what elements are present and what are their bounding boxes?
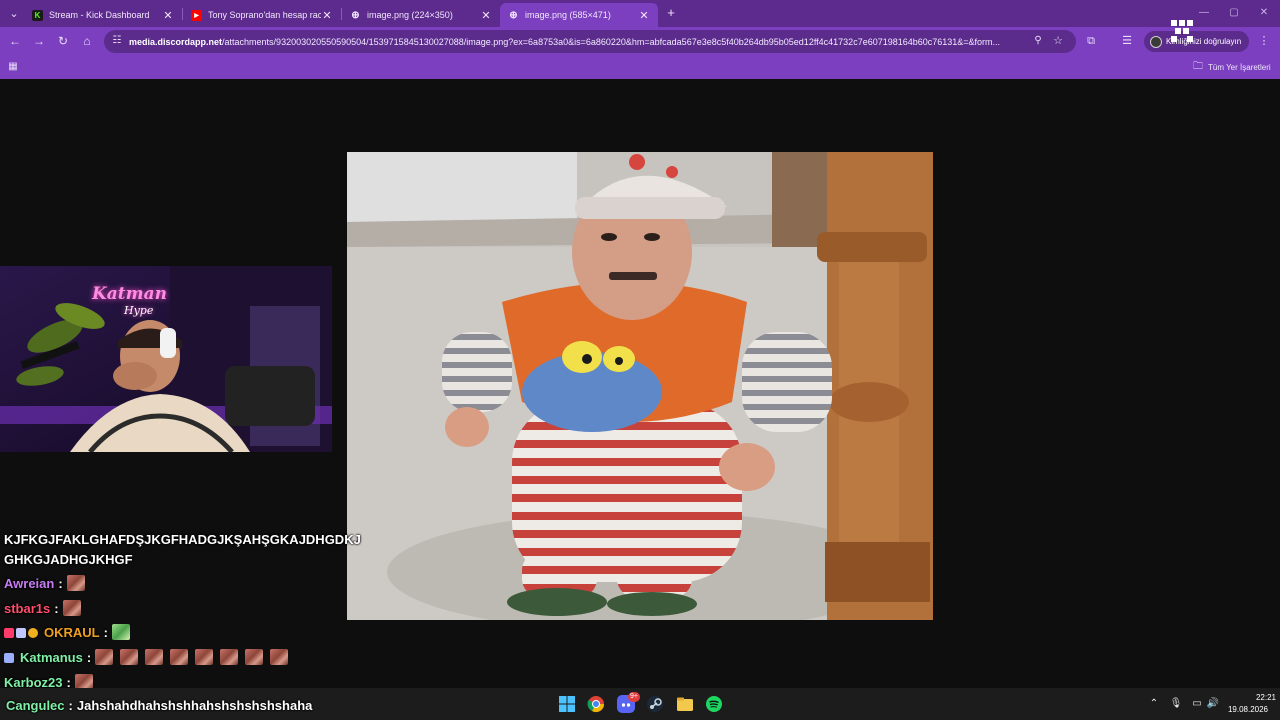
- site-info-icon[interactable]: ☷: [110, 34, 124, 48]
- chat-username[interactable]: stbar1s: [4, 601, 50, 616]
- globe-icon: ⊕: [351, 9, 360, 21]
- webcam-logo-subtext: Hype: [124, 304, 154, 317]
- emote-icon: [145, 649, 164, 665]
- badge-icon: [4, 653, 14, 663]
- emote-icon: [245, 649, 264, 665]
- chat-username[interactable]: Cangulec: [6, 698, 65, 713]
- chat-message: stbar1s:: [4, 600, 88, 618]
- url-host: media.discordapp.net: [129, 37, 223, 47]
- chat-message: Awreian:: [4, 575, 92, 593]
- browser-toolbar: ← → ↻ ⌂ ☷ media.discordapp.net/attachmen…: [0, 27, 1280, 56]
- all-bookmarks-label: Tüm Yer İşaretleri: [1208, 62, 1271, 72]
- home-icon[interactable]: ⌂: [79, 33, 95, 49]
- badge-icon: [16, 628, 26, 638]
- chrome-icon[interactable]: [587, 695, 605, 713]
- window-close-icon[interactable]: ✕: [1254, 5, 1274, 21]
- emote-icon: [120, 649, 139, 665]
- reading-list-icon[interactable]: ☰: [1119, 33, 1135, 49]
- emote-icon: [270, 649, 289, 665]
- folder-icon: 🗀: [1193, 60, 1203, 72]
- close-icon[interactable]: ✕: [321, 9, 333, 22]
- maximize-icon[interactable]: ▢: [1224, 5, 1244, 21]
- chat-separator: :: [103, 625, 108, 640]
- profile-avatar: [1150, 35, 1162, 48]
- youtube-icon: ▶: [191, 9, 202, 21]
- chat-message-line: GHKGJADHGJKHGF: [4, 552, 133, 567]
- chat-username[interactable]: OKRAUL: [44, 625, 100, 640]
- emote-icon: [62, 600, 81, 616]
- file-explorer-icon[interactable]: [676, 695, 694, 713]
- emote-icon: [111, 624, 130, 640]
- clock-time[interactable]: 22:21: [1240, 693, 1276, 702]
- verify-identity-button[interactable]: Kimliğinizi doğrulayın: [1144, 31, 1249, 52]
- bookmarks-bar: ▦ 🗀 Tüm Yer İşaretleri: [0, 56, 1280, 79]
- badge-icon: [28, 628, 38, 638]
- kick-icon: K: [32, 9, 43, 21]
- screen: ⌄ K Stream - Kick Dashboard ✕ ▶ Tony Sop…: [0, 0, 1280, 720]
- tab-youtube[interactable]: ▶ Tony Soprano'dan hesap racon ✕: [183, 3, 341, 27]
- chat-text: Jahshahdhahshshhahshshshshshaha: [76, 698, 313, 713]
- tab-title: image.png (224×350): [367, 10, 453, 20]
- tab-title: image.png (585×471): [525, 10, 611, 20]
- badge-icon: [4, 628, 14, 638]
- clock-date[interactable]: 19.08.2026: [1222, 705, 1268, 714]
- emote-icon: [95, 649, 114, 665]
- chat-separator: :: [68, 698, 73, 713]
- chat-separator: :: [58, 576, 63, 591]
- forward-icon[interactable]: →: [31, 33, 47, 49]
- tab-image-small[interactable]: ⊕ image.png (224×350) ✕: [342, 3, 500, 27]
- chat-message: OKRAUL:: [4, 624, 137, 642]
- tab-title: Stream - Kick Dashboard: [49, 10, 150, 20]
- chat-username[interactable]: Awreian: [4, 576, 54, 591]
- chat-separator: :: [86, 650, 92, 665]
- address-bar[interactable]: ☷ media.discordapp.net/attachments/93200…: [104, 30, 1076, 53]
- extensions-icon[interactable]: ⧉: [1083, 33, 1099, 49]
- close-icon[interactable]: ✕: [480, 9, 492, 22]
- tab-title: Tony Soprano'dan hesap racon: [208, 10, 321, 20]
- microphone-icon[interactable]: 🎙: [1169, 697, 1183, 711]
- tray-chevron-up-icon[interactable]: ⌃: [1147, 697, 1161, 711]
- meme-photo: [347, 152, 933, 620]
- tab-search-icon[interactable]: ⌄: [6, 6, 22, 22]
- reload-icon[interactable]: ↻: [55, 33, 71, 49]
- streamer-webcam: Katman Hype: [0, 266, 332, 452]
- more-menu-icon[interactable]: ⋮: [1256, 33, 1272, 49]
- close-icon[interactable]: ✕: [162, 9, 174, 22]
- emote-icon: [195, 649, 214, 665]
- volume-icon[interactable]: 🔊: [1206, 697, 1220, 711]
- tab-image-large[interactable]: ⊕ image.png (585×471) ✕: [500, 3, 658, 27]
- windows-taskbar: Cangulec: Jahshahdhahshshhahshshshshshaha…: [0, 688, 1280, 720]
- back-icon[interactable]: ←: [7, 33, 23, 49]
- webcam-logo-text: Katman: [92, 284, 168, 304]
- spotify-icon[interactable]: [705, 695, 723, 713]
- zoom-icon[interactable]: ⚲: [1031, 34, 1045, 48]
- new-tab-button[interactable]: +: [664, 5, 678, 21]
- discord-badge: 9+: [628, 692, 640, 702]
- steam-icon[interactable]: [646, 695, 664, 713]
- bookmark-star-icon[interactable]: ☆: [1051, 34, 1065, 48]
- chat-message: Cangulec: Jahshahdhahshshhahshshshshshaha: [6, 697, 312, 715]
- chat-username[interactable]: Katmanus: [20, 650, 83, 665]
- qr-code-icon: [1171, 20, 1193, 42]
- emote-icon: [220, 649, 239, 665]
- url-text[interactable]: media.discordapp.net/attachments/9320030…: [129, 35, 1024, 49]
- network-icon[interactable]: ▭: [1190, 697, 1204, 711]
- emote-icon: [170, 649, 189, 665]
- tab-kick-dashboard[interactable]: K Stream - Kick Dashboard ✕: [24, 3, 182, 27]
- url-path: /attachments/932003020550590504/15397158…: [222, 37, 1001, 47]
- apps-grid-icon[interactable]: ▦: [6, 60, 20, 74]
- windows-start-icon[interactable]: [558, 695, 576, 713]
- close-icon[interactable]: ✕: [638, 9, 650, 22]
- displayed-image[interactable]: [347, 152, 933, 620]
- minimize-icon[interactable]: —: [1194, 5, 1214, 21]
- chat-separator: :: [54, 601, 59, 616]
- emote-icon: [66, 575, 85, 591]
- all-bookmarks-button[interactable]: 🗀 Tüm Yer İşaretleri: [1193, 60, 1271, 74]
- chat-message: Katmanus:: [4, 649, 295, 667]
- chat-message-line: KJFKGJFAKLGHAFDŞJKGFHADGJKŞAHŞGKAJDHGDKJ: [4, 532, 361, 547]
- browser-tabstrip: ⌄ K Stream - Kick Dashboard ✕ ▶ Tony Sop…: [0, 0, 1280, 27]
- globe-icon: ⊕: [509, 9, 518, 21]
